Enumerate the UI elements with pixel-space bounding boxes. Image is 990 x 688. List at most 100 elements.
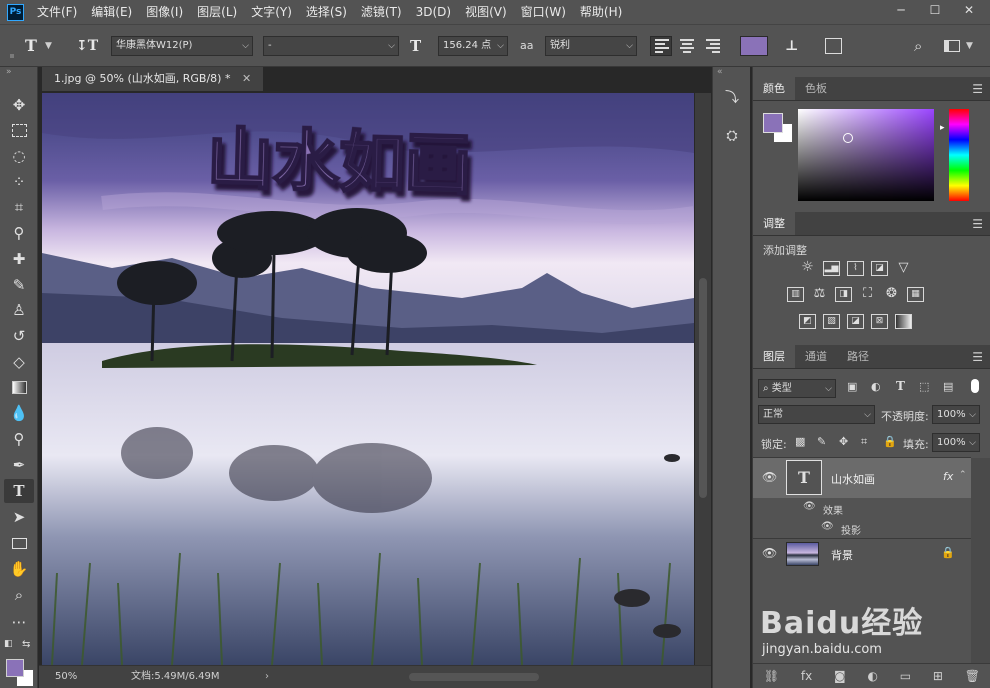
workspace-icon[interactable] xyxy=(944,40,960,52)
swap-colors-icon[interactable]: ⇆ xyxy=(22,639,30,650)
lock-image-icon[interactable]: ✎ xyxy=(817,435,826,448)
add-style-icon[interactable]: fx xyxy=(801,669,812,683)
layer-effect-drop-shadow[interactable]: 👁 投影 xyxy=(753,518,971,538)
marquee-tool-icon[interactable] xyxy=(4,118,34,142)
hue-saturation-icon[interactable]: ▥ xyxy=(787,287,804,302)
character-panel-icon[interactable] xyxy=(825,38,842,54)
blur-tool-icon[interactable]: 💧 xyxy=(4,401,34,425)
warp-text-icon[interactable]: ⊥ xyxy=(785,36,798,56)
eraser-tool-icon[interactable]: ◇ xyxy=(4,350,34,374)
antialias-select[interactable]: 锐利 ⌵ xyxy=(545,36,637,56)
panel-menu-icon[interactable]: ☰ xyxy=(972,345,983,369)
vertical-scrollbar[interactable] xyxy=(695,93,711,665)
document-tab[interactable]: 1.jpg @ 50% (山水如画, RGB/8) * ✕ xyxy=(42,67,264,91)
black-white-icon[interactable]: ◨ xyxy=(835,287,852,302)
tab-adjustments[interactable]: 调整 xyxy=(753,212,795,235)
pen-tool-icon[interactable]: ✒ xyxy=(4,453,34,477)
new-group-icon[interactable]: ▭ xyxy=(900,669,911,683)
add-mask-icon[interactable]: ◙ xyxy=(834,669,846,683)
filter-smart-object-icon[interactable]: ▤ xyxy=(943,380,953,393)
canvas[interactable]: 山水如画 xyxy=(42,93,694,665)
hand-tool-icon[interactable]: ✋ xyxy=(4,557,34,581)
collapse-icon[interactable]: » xyxy=(6,67,12,77)
threshold-icon[interactable]: ◪ xyxy=(847,314,864,329)
levels-icon[interactable]: ▂▅ xyxy=(823,261,840,276)
delete-layer-icon[interactable]: 🗑 xyxy=(965,669,980,683)
lock-transparent-icon[interactable]: ▩ xyxy=(795,435,805,448)
lasso-tool-icon[interactable]: ◌ xyxy=(4,144,34,168)
link-layers-icon[interactable]: ⛓ xyxy=(764,669,779,683)
restore-button[interactable]: ☐ xyxy=(918,0,952,20)
path-selection-tool-icon[interactable]: ➤ xyxy=(4,505,34,529)
menu-view[interactable]: 视图(V) xyxy=(458,0,514,24)
chevron-down-icon[interactable]: ▼ xyxy=(966,36,973,56)
posterize-icon[interactable]: ▧ xyxy=(823,314,840,329)
color-picker-cursor[interactable] xyxy=(843,133,853,143)
rectangle-tool-icon[interactable] xyxy=(4,531,34,555)
tab-paths[interactable]: 路径 xyxy=(837,345,879,368)
menu-select[interactable]: 选择(S) xyxy=(299,0,354,24)
layer-row-background[interactable]: 👁 背景 🔒 xyxy=(753,539,971,569)
menu-edit[interactable]: 编辑(E) xyxy=(84,0,139,24)
tab-channels[interactable]: 通道 xyxy=(795,345,837,368)
align-left-button[interactable] xyxy=(650,36,672,56)
minimize-button[interactable]: ─ xyxy=(884,0,918,20)
foreground-color-swatch[interactable] xyxy=(6,659,24,677)
filter-pixel-icon[interactable]: ▣ xyxy=(847,380,857,393)
color-panel-foreground[interactable] xyxy=(763,113,783,133)
opacity-input[interactable]: 100% ⌵ xyxy=(932,405,980,424)
move-tool-icon[interactable]: ✥ xyxy=(4,93,34,117)
canvas-text-layer[interactable]: 山水如画 xyxy=(205,119,473,205)
toggle-text-orientation-icon[interactable]: ↧T xyxy=(76,36,98,56)
layer-name[interactable]: 山水如画 xyxy=(831,471,875,487)
brightness-icon[interactable]: ☼ xyxy=(799,260,816,276)
menu-image[interactable]: 图像(I) xyxy=(139,0,190,24)
menu-3d[interactable]: 3D(D) xyxy=(409,0,458,24)
layer-row-text[interactable]: 👁 T 山水如画 fx ⌃ xyxy=(753,458,971,498)
eyedropper-tool-icon[interactable]: ⚲ xyxy=(4,221,34,245)
tab-layers[interactable]: 图层 xyxy=(753,345,795,368)
history-panel-icon[interactable]: ⤵ xyxy=(721,87,743,109)
photo-filter-icon[interactable]: ⛶ xyxy=(859,287,876,302)
crop-tool-icon[interactable]: ⌗ xyxy=(4,195,34,219)
text-tool-preset-icon[interactable]: T xyxy=(25,36,37,56)
exposure-icon[interactable]: ◪ xyxy=(871,261,888,276)
gradient-tool-icon[interactable] xyxy=(4,375,34,399)
dodge-tool-icon[interactable]: ⚲ xyxy=(4,427,34,451)
font-style-select[interactable]: - ⌵ xyxy=(263,36,399,56)
chevron-up-icon[interactable]: ⌃ xyxy=(959,470,967,480)
filter-shape-icon[interactable]: ⬚ xyxy=(919,380,929,393)
curves-icon[interactable]: ⌇ xyxy=(847,261,864,276)
quick-select-tool-icon[interactable]: ⁘ xyxy=(4,170,34,194)
text-color-swatch[interactable] xyxy=(740,36,768,56)
more-tools-icon[interactable]: ⋯ xyxy=(4,610,34,634)
lock-all-icon[interactable]: 🔒 xyxy=(883,435,897,448)
menu-filter[interactable]: 滤镜(T) xyxy=(354,0,409,24)
filter-toggle[interactable] xyxy=(971,379,979,393)
invert-icon[interactable]: ◩ xyxy=(799,314,816,329)
new-adjustment-layer-icon[interactable]: ◐ xyxy=(868,669,878,683)
hue-slider-handle-icon[interactable]: ▸ xyxy=(940,123,945,133)
history-brush-tool-icon[interactable]: ↺ xyxy=(4,324,34,348)
layer-name[interactable]: 背景 xyxy=(831,547,853,563)
lock-position-icon[interactable]: ✥ xyxy=(839,435,848,448)
expand-icon[interactable]: « xyxy=(717,67,723,77)
search-icon[interactable]: ⌕ xyxy=(914,36,922,56)
panel-menu-icon[interactable]: ☰ xyxy=(972,77,983,101)
eye-icon[interactable]: 👁 xyxy=(762,546,777,560)
tab-swatches[interactable]: 色板 xyxy=(795,77,837,100)
healing-brush-tool-icon[interactable]: ✚ xyxy=(4,247,34,271)
horizontal-scrollbar-thumb[interactable] xyxy=(409,673,539,681)
clone-stamp-tool-icon[interactable]: ♙ xyxy=(4,298,34,322)
menu-type[interactable]: 文字(Y) xyxy=(244,0,299,24)
lock-artboard-icon[interactable]: ⌗ xyxy=(861,435,867,449)
zoom-level[interactable]: 50% xyxy=(55,666,77,688)
color-balance-icon[interactable]: ⚖ xyxy=(811,287,828,302)
panel-menu-icon[interactable]: ☰ xyxy=(972,212,983,236)
menu-window[interactable]: 窗口(W) xyxy=(514,0,573,24)
fill-input[interactable]: 100% ⌵ xyxy=(932,433,980,452)
eye-icon[interactable]: 👁 xyxy=(821,521,834,532)
close-window-button[interactable]: ✕ xyxy=(952,0,986,20)
new-layer-icon[interactable]: ⊞ xyxy=(933,669,943,683)
eye-icon[interactable]: 👁 xyxy=(762,470,777,484)
